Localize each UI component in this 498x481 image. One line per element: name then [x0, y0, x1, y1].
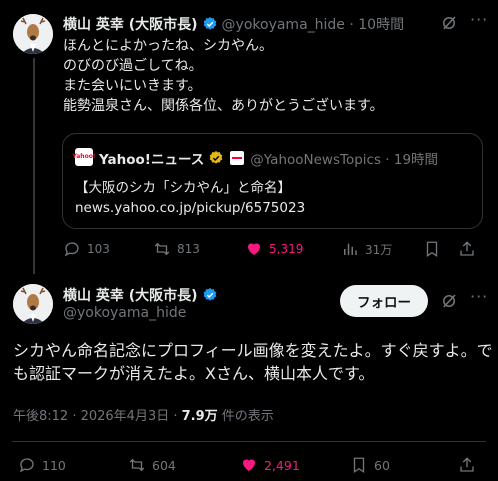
reply-icon: [19, 458, 34, 473]
verified-badge-icon: [203, 17, 216, 30]
main-reply-count: 110: [42, 457, 66, 473]
more-options-icon[interactable]: ···: [470, 10, 488, 29]
main-author-name[interactable]: 横山 英幸 (大阪市長): [63, 285, 198, 305]
like-action[interactable]: 5,319: [245, 240, 303, 258]
heart-filled-icon: [248, 243, 260, 255]
reply-line: 能勢温泉さん、関係各位、ありがとうございます。: [63, 98, 384, 114]
quote-handle-time: @YahooNewsTopics · 19時間: [250, 152, 439, 168]
reply-line: また会いにいきます。: [63, 78, 202, 94]
retweet-icon: [154, 242, 170, 256]
author-name[interactable]: 横山 英幸 (大阪市長): [63, 14, 198, 34]
reply-icon: [64, 242, 79, 257]
author-handle-time[interactable]: @yokoyama_hide · 10時間: [222, 14, 405, 34]
quote-source-name: Yahoo!ニュース: [99, 152, 205, 168]
views-suffix: 件の表示: [217, 409, 274, 424]
main-like-action[interactable]: 2,491: [240, 456, 300, 474]
reply-line: ほんとによかったね、シカやん。: [63, 38, 273, 54]
main-retweet-count: 604: [152, 457, 176, 473]
main-like-count: 2,491: [264, 457, 300, 473]
quote-headline: 【大阪のシカ「シカやん」と命名】: [75, 180, 291, 196]
gold-verified-badge-icon: [209, 151, 223, 164]
bookmark-icon: [353, 457, 365, 474]
more-options-icon[interactable]: ···: [470, 287, 488, 306]
grok-icon[interactable]: [440, 292, 458, 314]
tweet-timestamp[interactable]: 午後8:12 · 2026年4月3日 ·: [13, 409, 182, 424]
retweet-icon: [129, 458, 145, 472]
retweet-count: 813: [177, 242, 200, 256]
retweet-action[interactable]: 813: [153, 240, 200, 258]
quote-link[interactable]: news.yahoo.co.jp/pickup/6575023: [75, 198, 305, 218]
like-count: 5,319: [269, 242, 304, 256]
share-icon[interactable]: [458, 456, 476, 478]
views-action[interactable]: 31万: [341, 240, 392, 258]
main-retweet-action[interactable]: 604: [128, 456, 176, 474]
reply-count: 103: [87, 242, 110, 256]
reply-action[interactable]: 103: [63, 240, 110, 258]
affiliate-logo-icon: [230, 151, 245, 165]
divider: [12, 441, 486, 442]
yahoo-logo-icon: Yahoo!: [72, 148, 96, 166]
quoted-tweet-card[interactable]: Yahoo! Yahoo!ニュース @YahooNewsTopics · 19時…: [62, 133, 483, 229]
main-author-handle[interactable]: @yokoyama_hide: [63, 305, 186, 321]
main-reply-action[interactable]: 110: [18, 456, 66, 474]
bookmark-icon[interactable]: [423, 240, 441, 262]
main-author-avatar[interactable]: [13, 284, 53, 324]
grok-icon[interactable]: [440, 14, 458, 36]
verified-badge-icon: [203, 288, 216, 301]
follow-button[interactable]: フォロー: [340, 285, 428, 317]
share-icon[interactable]: [458, 240, 476, 262]
tweet-meta: 午後8:12 · 2026年4月3日 · 7.9万 件の表示: [13, 405, 274, 424]
heart-filled-icon: [243, 459, 255, 471]
author-avatar[interactable]: [13, 14, 53, 54]
reply-line: のびのび過ごしてね。: [63, 58, 203, 74]
main-tweet-text: シカやん命名記念にプロフィール画像を変えたよ。すぐ戻すよ。でも認証マークが消えた…: [13, 341, 493, 383]
main-bookmark-count: 60: [374, 457, 390, 473]
reply-tweet-text: ほんとによかったね、シカやん。 のびのび過ごしてね。 また会いにいきます。 能勢…: [63, 36, 483, 116]
views-number: 7.9万: [181, 409, 218, 424]
thread-connector-line: [33, 58, 35, 274]
main-bookmark-action[interactable]: 60: [350, 456, 390, 474]
views-bar-chart-icon: [344, 243, 357, 255]
views-count: 31万: [365, 242, 393, 257]
